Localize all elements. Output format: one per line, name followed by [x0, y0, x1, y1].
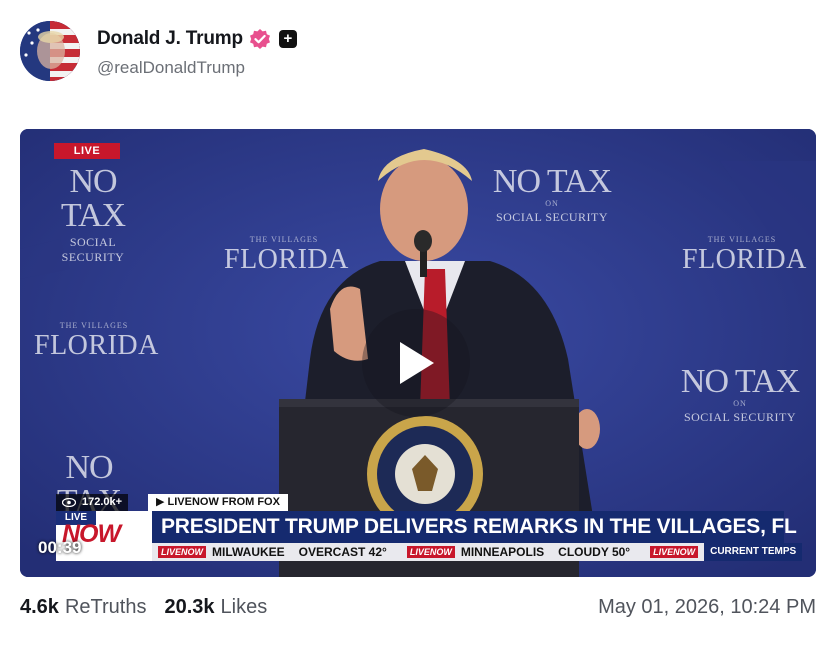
video-player[interactable]: LIVE NO TAX SOCIAL SECURITY NO TAX ON SO… [20, 129, 816, 577]
backdrop-florida: THE VILLAGES FLORIDA [224, 235, 349, 275]
author-handle[interactable]: @realDonaldTrump [97, 58, 297, 78]
news-ticker: LIVENOW MILWAUKEE OVERCAST 42° LIVENOW M… [152, 543, 803, 561]
eye-icon [62, 498, 76, 507]
play-icon [400, 342, 434, 384]
backdrop-no-tax: NO TAX SOCIAL SECURITY [60, 163, 126, 265]
author-name[interactable]: Donald J. Trump [97, 28, 243, 50]
avatar-flag-portrait [20, 21, 80, 81]
backdrop-florida: THE VILLAGES FLORIDA [682, 235, 807, 275]
backdrop-no-tax: NO TAX ON SOCIAL SECURITY [492, 163, 612, 225]
likes-label: Likes [220, 595, 268, 618]
play-button[interactable] [362, 309, 470, 417]
source-label: ▶ LIVENOW FROM FOX [148, 494, 288, 511]
verified-badge-icon [249, 28, 271, 50]
plus-badge-icon: + [278, 30, 297, 48]
backdrop-no-tax: NO TAX ON SOCIAL SECURITY [680, 363, 800, 425]
avatar[interactable] [20, 21, 80, 81]
retruths-count: 4.6k [20, 595, 59, 618]
post-date[interactable]: May 01, 2026, 10:24 PM [598, 596, 816, 619]
view-count: 172.0k+ [56, 494, 129, 511]
retruths-stat[interactable]: 4.6k ReTruths [20, 596, 146, 619]
post-header: Donald J. Trump + @realDonaldTrump [20, 20, 820, 82]
retruths-label: ReTruths [64, 595, 147, 618]
live-tag: LIVE [54, 143, 120, 159]
post-footer: 4.6k ReTruths 20.3k Likes May 01, 2026, … [20, 594, 816, 620]
likes-count: 20.3k [164, 595, 215, 618]
video-duration: 00:39 [38, 538, 82, 557]
news-headline: PRESIDENT TRUMP DELIVERS REMARKS IN THE … [152, 511, 797, 543]
backdrop-florida: THE VILLAGES FLORIDA [34, 321, 159, 361]
likes-stat[interactable]: 20.3k Likes [164, 596, 267, 619]
